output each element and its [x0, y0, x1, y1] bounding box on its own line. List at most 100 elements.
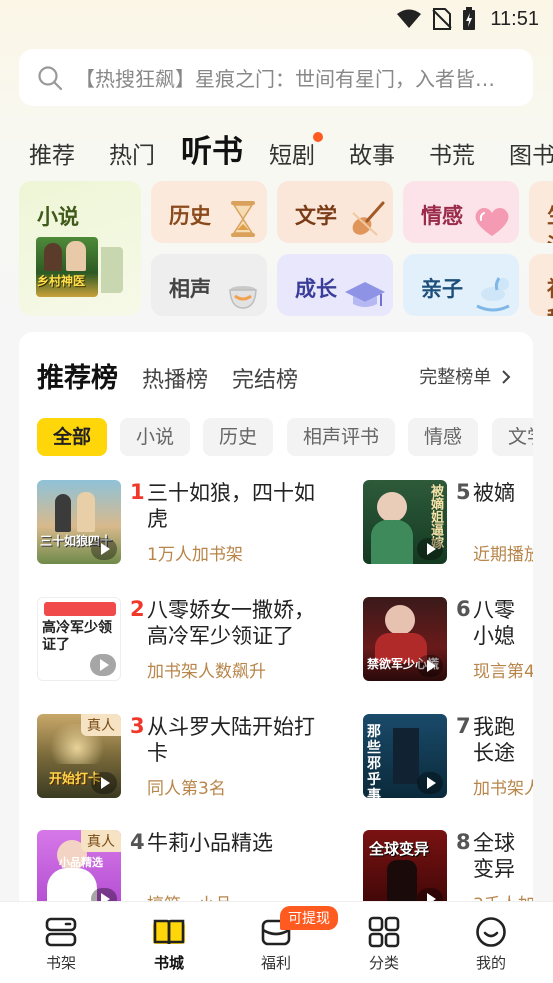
book-title: 八零娇女一撒娇，高冷军少领证了 [147, 598, 315, 648]
teacup-icon [229, 286, 257, 309]
rank-number: 3 [130, 714, 145, 738]
category-literature[interactable]: 文学 [277, 181, 393, 243]
list-item[interactable]: 高冷军少领证了 2 八零娇女一撒娇，高冷军少领证了 加书架人数飙升 [37, 597, 317, 692]
chip-literature[interactable]: 文学 [492, 418, 533, 456]
new-dot-badge [313, 132, 323, 142]
cover-title: 小品精选 [59, 856, 103, 869]
category-life[interactable]: 生活 [529, 181, 553, 243]
play-icon [91, 772, 117, 794]
violin-icon [352, 201, 385, 236]
rank-number: 4 [130, 830, 145, 854]
category-label: 成长 [295, 277, 337, 301]
category-growth[interactable]: 成长 [277, 254, 393, 316]
category-label: 小说 [37, 205, 79, 229]
ranking-panel: 推荐榜 热播榜 完结榜 完整榜单 全部 小说 历史 相声评书 情感 文学 三十如… [19, 332, 533, 983]
list-item[interactable]: 禁欲军少心慌 6 八零小媳妇归后， 现言第4名 [363, 597, 533, 692]
book-cover: 那些邪乎事 [363, 714, 447, 798]
nav-profile[interactable]: 我的 [451, 916, 531, 973]
tab-hot[interactable]: 热门 [109, 136, 155, 170]
chip-novel[interactable]: 小说 [120, 418, 191, 456]
filter-chips: 全部 小说 历史 相声评书 情感 文学 [37, 418, 533, 458]
bookshelf-icon [45, 917, 77, 947]
status-time: 11:51 [490, 7, 539, 30]
list-item[interactable]: 那些邪乎事 7 我跑长途遇到的那些邪乎事 加书架人 [363, 714, 533, 809]
play-icon [417, 538, 443, 560]
category-emotion[interactable]: 情感 [403, 181, 519, 243]
wifi-icon [397, 9, 422, 28]
novel-cover: 乡村神医 [36, 237, 98, 297]
tab-stories[interactable]: 故事 [349, 136, 395, 170]
chip-all[interactable]: 全部 [37, 418, 108, 456]
book-subtitle: 加书架人 [473, 779, 533, 799]
tab-audiobook[interactable]: 听书 [178, 126, 243, 171]
tab-book-shortage[interactable]: 书荒 [429, 136, 475, 170]
chevron-right-icon [502, 370, 511, 384]
nav-rewards[interactable]: 福利 可提现 [236, 906, 338, 973]
book-title: 全球变异安全屋 [473, 831, 515, 881]
full-list-link[interactable]: 完整榜单 [419, 363, 511, 389]
category-history[interactable]: 历史 [151, 181, 267, 243]
book-cover: 三十如狼四十 [37, 480, 121, 564]
nav-label: 我的 [475, 954, 506, 972]
no-sim-icon [432, 8, 453, 30]
play-icon [417, 772, 443, 794]
list-item[interactable]: 三十如狼四十 1 三十如狼，四十如虎 1万人加书架 [37, 480, 317, 575]
search-input[interactable]: 【热搜狂飙】星痕之门：世间有星门，入者皆… [19, 49, 533, 106]
book-cover: 禁欲军少心慌 [363, 597, 447, 681]
battery-charging-icon [463, 7, 476, 30]
withdraw-badge: 可提现 [280, 906, 338, 930]
status-bar: 11:51 [0, 0, 553, 38]
book-title: 八零小媳妇归后， [473, 598, 515, 648]
category-label: 生活 [547, 200, 553, 243]
list-item[interactable]: 被嫡姐逼嫁 5 被嫡姐害死 近期播放 [363, 480, 533, 575]
play-icon [91, 538, 117, 560]
nav-label: 分类 [368, 954, 399, 972]
cover-title: 高冷军少领证了 [42, 620, 112, 653]
cover-stack-decoration [101, 247, 123, 293]
cover-title: 那些邪乎事 [367, 724, 381, 798]
rank-number: 6 [456, 597, 471, 621]
nav-label: 书架 [45, 954, 76, 972]
search-placeholder: 【热搜狂飙】星痕之门：世间有星门，入者皆… [75, 67, 495, 91]
real-person-badge: 真人 [81, 714, 121, 736]
book-title: 我跑长途遇到的那些邪乎事 [473, 715, 515, 765]
rank-number: 5 [456, 480, 471, 504]
category-novel[interactable]: 小说 乡村神医 [19, 181, 141, 316]
rank-number: 8 [456, 830, 471, 854]
rank-tab-completed[interactable]: 完结榜 [232, 362, 298, 394]
tab-books[interactable]: 图书 [509, 136, 553, 170]
rank-tab-recommend[interactable]: 推荐榜 [37, 356, 118, 395]
book-cover: 开始打卡 真人 [37, 714, 121, 798]
category-label: 社科 [547, 273, 553, 316]
novel-cover-title: 乡村神医 [37, 274, 86, 288]
category-label: 历史 [169, 204, 211, 228]
grid-icon [368, 916, 400, 948]
chip-crosstalk[interactable]: 相声评书 [287, 418, 396, 456]
rank-number: 2 [130, 597, 145, 621]
rocking-horse-icon [476, 277, 510, 312]
category-label: 亲子 [421, 277, 463, 301]
book-open-icon [153, 919, 185, 945]
category-crosstalk[interactable]: 相声 [151, 254, 267, 316]
nav-label: 福利 [260, 954, 291, 972]
search-icon [38, 65, 63, 90]
tab-short-drama[interactable]: 短剧 [269, 136, 315, 170]
book-subtitle: 同人第3名 [147, 779, 226, 799]
book-cover: 高冷军少领证了 [37, 597, 121, 681]
rank-number: 7 [456, 714, 471, 738]
book-subtitle: 现言第4名 [473, 662, 533, 682]
category-social-science[interactable]: 社科 [529, 254, 553, 316]
nav-bookstore[interactable]: 书城 [129, 916, 209, 973]
category-label: 相声 [169, 277, 211, 301]
tab-recommend[interactable]: 推荐 [29, 136, 75, 170]
category-parenting[interactable]: 亲子 [403, 254, 519, 316]
rank-number: 1 [130, 480, 145, 504]
nav-bookshelf[interactable]: 书架 [21, 916, 101, 973]
chip-history[interactable]: 历史 [203, 418, 274, 456]
nav-categories[interactable]: 分类 [344, 916, 424, 973]
rank-tab-hot-play[interactable]: 热播榜 [142, 362, 208, 394]
category-label: 文学 [295, 204, 337, 228]
book-title: 三十如狼，四十如虎 [147, 481, 315, 531]
chip-emotion[interactable]: 情感 [408, 418, 479, 456]
list-item[interactable]: 开始打卡 真人 3 从斗罗大陆开始打卡 同人第3名 [37, 714, 317, 809]
